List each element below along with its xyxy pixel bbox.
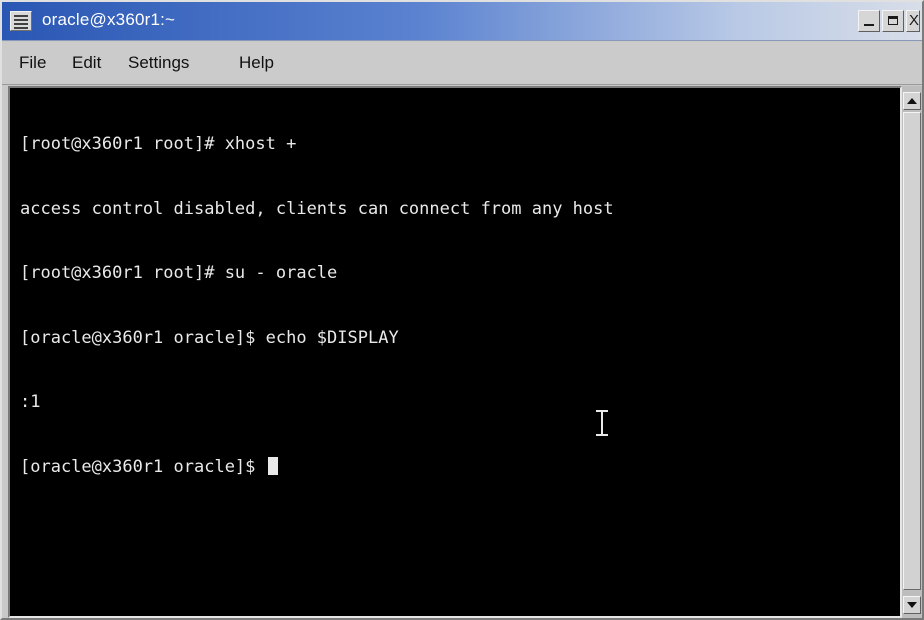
i-beam-cursor-icon bbox=[596, 410, 608, 436]
menu-bar: File Edit Settings Help bbox=[2, 42, 922, 85]
menu-help[interactable]: Help bbox=[239, 53, 274, 73]
terminal-line: :1 bbox=[20, 392, 41, 412]
window-title: oracle@x360r1:~ bbox=[42, 10, 176, 29]
minimize-button[interactable] bbox=[858, 10, 880, 32]
minimize-icon bbox=[864, 24, 874, 26]
terminal-prompt-line: [oracle@x360r1 oracle]$ bbox=[20, 456, 614, 479]
terminal-text: [root@x360r1 root]# xhost + access contr… bbox=[20, 91, 614, 521]
menu-settings[interactable]: Settings bbox=[128, 53, 189, 73]
vertical-scrollbar[interactable] bbox=[902, 86, 922, 618]
terminal-line: [oracle@x360r1 oracle]$ echo $DISPLAY bbox=[20, 327, 399, 348]
maximize-icon bbox=[888, 16, 898, 25]
terminal-line: [root@x360r1 root]# xhost + bbox=[20, 134, 297, 154]
close-button[interactable]: X bbox=[906, 10, 920, 32]
terminal-window: oracle@x360r1:~ X File Edit Settings Hel… bbox=[0, 0, 924, 620]
terminal-line: [root@x360r1 root]# su - oracle bbox=[20, 263, 338, 283]
scroll-up-button[interactable] bbox=[903, 92, 921, 110]
text-cursor-block bbox=[267, 456, 278, 475]
terminal-output[interactable]: [root@x360r1 root]# xhost + access contr… bbox=[8, 86, 902, 618]
menu-edit[interactable]: Edit bbox=[72, 53, 101, 73]
window-menu-icon[interactable] bbox=[10, 11, 32, 31]
scroll-down-button[interactable] bbox=[903, 596, 921, 614]
menu-file[interactable]: File bbox=[19, 53, 46, 73]
close-icon: X bbox=[909, 12, 920, 29]
arrow-down-icon bbox=[907, 602, 917, 608]
scrollbar-thumb[interactable] bbox=[903, 112, 921, 590]
window-controls: X bbox=[858, 10, 920, 32]
title-bar[interactable]: oracle@x360r1:~ X bbox=[2, 2, 922, 41]
terminal-prompt: [oracle@x360r1 oracle]$ bbox=[20, 456, 266, 477]
arrow-up-icon bbox=[907, 98, 917, 104]
terminal-line: access control disabled, clients can con… bbox=[20, 198, 614, 219]
maximize-button[interactable] bbox=[882, 10, 904, 32]
